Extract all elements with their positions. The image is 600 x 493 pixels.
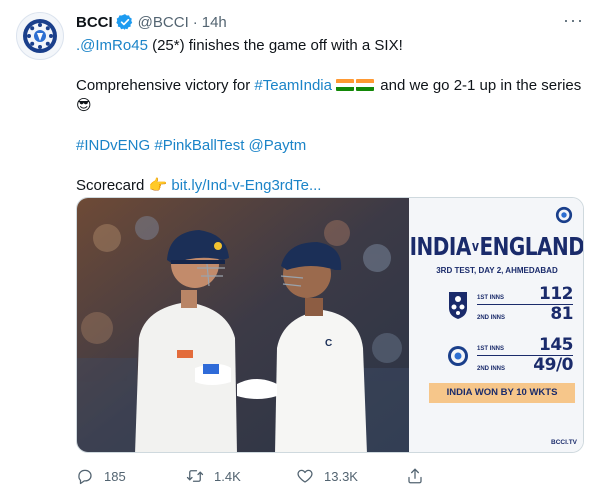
svg-text:C: C: [325, 338, 332, 349]
innings-label: 1ST INNS: [477, 346, 505, 352]
india-score-block: 1ST INNS 145 2ND INNS 49/0: [447, 335, 574, 377]
tweet-line-3: #INDvENG #PinkBallTest @Paytm: [76, 136, 584, 156]
reply-button[interactable]: 185: [76, 467, 186, 485]
scorecard-link[interactable]: bit.ly/Ind-v-Eng3rdTe...: [171, 177, 321, 194]
india-flag-icon: [356, 79, 375, 91]
england-crest-icon: [449, 292, 467, 319]
tweet-line-1: .@ImRo45 (25*) finishes the game off wit…: [76, 36, 584, 56]
verified-badge-icon: [115, 14, 132, 30]
innings-score: 112: [539, 284, 574, 304]
tweet-text: .@ImRo45 (25*) finishes the game off wit…: [76, 36, 584, 216]
innings-label: 1ST INNS: [477, 295, 505, 301]
england-score-block: 1ST INNS 112 2ND INNS 81: [447, 284, 574, 326]
scorecard-label: Scorecard: [76, 177, 149, 194]
mention-link[interactable]: .@ImRo45: [76, 37, 148, 54]
retweet-button[interactable]: 1.4K: [186, 467, 296, 485]
bcci-tv-watermark: BCCI.TV: [551, 439, 577, 446]
team-india-title: INDIA: [409, 231, 472, 261]
cricket-players-photo: C: [77, 198, 409, 452]
innings-label: 2ND INNS: [477, 366, 506, 372]
tweet-time[interactable]: 14h: [202, 14, 227, 31]
reply-count: 185: [104, 468, 126, 484]
match-title: INDIAvENGLAND: [409, 231, 584, 261]
innings-score: 81: [550, 304, 573, 324]
england-first-innings: 1ST INNS 112: [477, 284, 574, 304]
innings-label: 2ND INNS: [477, 315, 506, 321]
bcci-crest-icon: [555, 206, 573, 224]
tweet[interactable]: BCCI @BCCI · 14h ··· .@ImRo45 (25*) fini…: [0, 0, 600, 493]
author-handle[interactable]: @BCCI: [138, 14, 189, 31]
england-second-innings: 2ND INNS 81: [477, 304, 573, 324]
tweet-actions: 185 1.4K 13.3K: [76, 466, 516, 486]
reply-icon: [78, 469, 92, 485]
more-options-button[interactable]: ···: [563, 10, 584, 31]
team-england-title: ENGLAND: [479, 231, 584, 261]
bcci-crest-icon: [448, 346, 468, 366]
hashtags-link[interactable]: #INDvENG #PinkBallTest @Paytm: [76, 137, 306, 154]
heart-icon: [297, 469, 313, 483]
hashtag-teamindia[interactable]: #TeamIndia: [254, 77, 332, 94]
retweet-icon: [186, 470, 204, 482]
versus-label: v: [471, 238, 479, 255]
pointing-right-emoji-icon: 👉: [148, 177, 168, 194]
tweet-line-4: Scorecard 👉 bit.ly/Ind-v-Eng3rdTe...: [76, 176, 584, 196]
bcci-crest-icon: [23, 19, 57, 53]
sunglasses-emoji-icon: 😎: [76, 97, 92, 114]
tweet-media[interactable]: C INDIAvENGLAND 3RD TEST, DAY 2, AHMEDAB…: [76, 197, 584, 453]
tweet-line-1-text: (25*) finishes the game off with a SIX!: [147, 37, 403, 54]
tweet-line-2-start: Comprehensive victory for: [76, 77, 255, 94]
match-subtitle: 3RD TEST, DAY 2, AHMEDABAD: [436, 266, 558, 275]
retweet-count: 1.4K: [214, 468, 241, 484]
innings-score: 145: [539, 335, 574, 355]
share-button[interactable]: [406, 467, 446, 485]
tweet-line-2: Comprehensive victory for #TeamIndia and…: [76, 76, 584, 116]
like-button[interactable]: 13.3K: [296, 467, 406, 485]
match-result-banner: INDIA WON BY 10 WKTS: [429, 383, 575, 403]
india-first-innings: 1ST INNS 145: [477, 335, 574, 355]
innings-score: 49/0: [533, 355, 573, 375]
separator-dot: ·: [192, 13, 198, 31]
tweet-line-2-end: and we go 2-1 up in the series: [376, 77, 582, 94]
avatar[interactable]: [16, 12, 64, 60]
like-count: 13.3K: [324, 468, 358, 484]
india-second-innings: 2ND INNS 49/0: [477, 355, 573, 375]
author-name[interactable]: BCCI: [76, 14, 113, 31]
tweet-header: BCCI @BCCI · 14h: [76, 12, 227, 32]
share-icon: [408, 468, 422, 484]
india-flag-icon: [336, 79, 355, 91]
scorecard-graphic: INDIAvENGLAND 3RD TEST, DAY 2, AHMEDABAD…: [409, 198, 584, 452]
